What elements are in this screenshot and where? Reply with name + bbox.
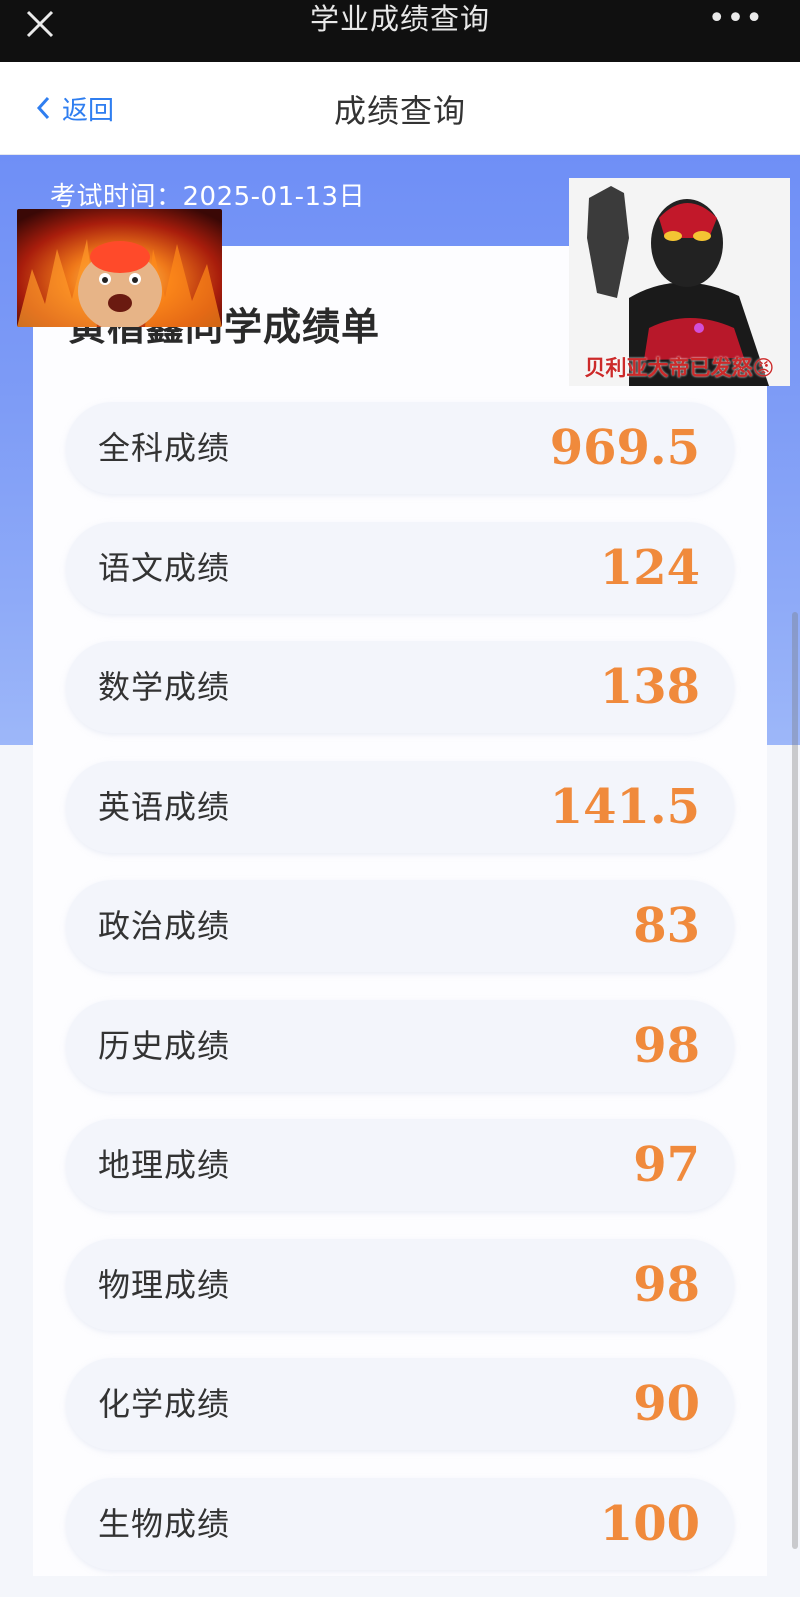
score-value: 124 — [599, 539, 700, 596]
nav-bar: 返回 成绩查询 — [0, 62, 800, 155]
sticker-belial-meme: 贝利亚大帝已发怒😡 — [569, 178, 790, 386]
sticker-angry-cartoon — [17, 209, 222, 327]
score-row: 生物成绩 100 — [66, 1477, 734, 1570]
score-label: 地理成绩 — [98, 1146, 231, 1184]
sticker-caption: 贝利亚大帝已发怒😡 — [584, 356, 775, 380]
score-label: 物理成绩 — [98, 1265, 231, 1304]
score-label: 生物成绩 — [98, 1504, 231, 1543]
score-row: 物理成绩 98 — [66, 1238, 734, 1331]
window-title-bar: 学业成绩查询 ••• — [0, 0, 800, 62]
score-value: 100 — [599, 1495, 700, 1552]
score-value: 969.5 — [549, 420, 700, 476]
score-row: 语文成绩 124 — [66, 521, 734, 614]
score-label: 全科成绩 — [98, 429, 231, 467]
score-value: 97 — [633, 1137, 700, 1193]
score-value: 90 — [633, 1376, 700, 1432]
score-row: 地理成绩 97 — [66, 1119, 734, 1211]
score-label: 语文成绩 — [98, 548, 231, 587]
score-label: 化学成绩 — [98, 1385, 231, 1423]
more-options-icon[interactable]: ••• — [708, 4, 764, 34]
score-row: 全科成绩 969.5 — [66, 402, 734, 494]
score-value: 98 — [633, 1017, 700, 1074]
exam-time: 考试时间：2025-01-13日 — [50, 182, 366, 212]
score-value: 138 — [599, 659, 700, 715]
score-list: 全科成绩 969.5 语文成绩 124 数学成绩 138 英语成绩 141.5 … — [66, 402, 734, 1597]
score-row: 英语成绩 141.5 — [66, 760, 734, 853]
score-row: 数学成绩 138 — [66, 641, 734, 733]
page-title: 成绩查询 — [333, 92, 466, 130]
window-title: 学业成绩查询 — [309, 2, 490, 36]
score-value: 98 — [633, 1256, 700, 1313]
score-label: 数学成绩 — [98, 668, 231, 706]
score-row: 化学成绩 90 — [66, 1358, 734, 1450]
scrollbar[interactable] — [792, 612, 798, 1549]
score-label: 政治成绩 — [98, 907, 231, 945]
score-value: 141.5 — [549, 778, 700, 835]
score-row: 历史成绩 98 — [66, 999, 734, 1092]
score-label: 英语成绩 — [98, 787, 231, 826]
score-value: 83 — [633, 898, 700, 954]
score-row: 政治成绩 83 — [66, 880, 734, 972]
score-label: 历史成绩 — [98, 1026, 231, 1065]
